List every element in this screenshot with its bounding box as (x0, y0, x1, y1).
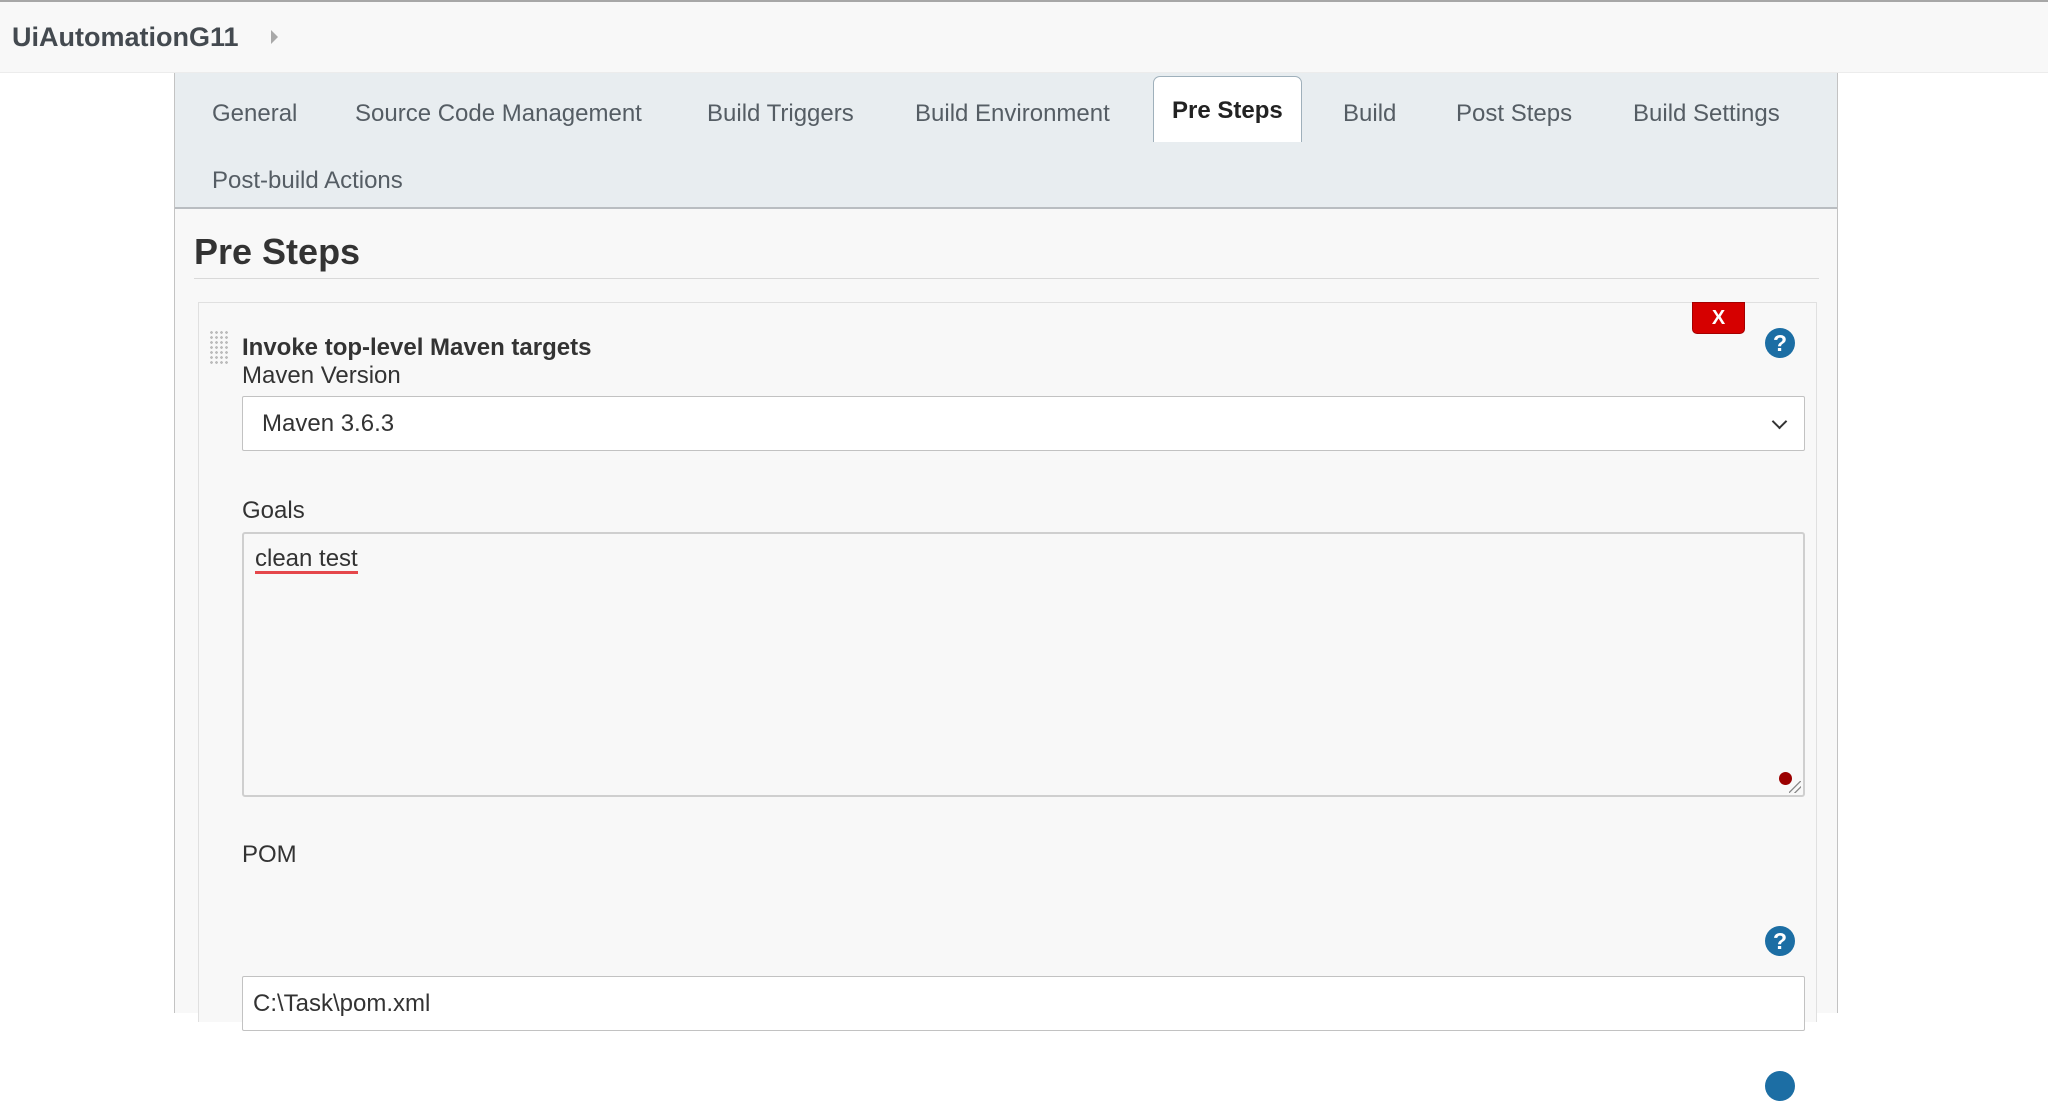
maven-version-label: Maven Version (242, 362, 401, 389)
maven-version-selected: Maven 3.6.3 (262, 409, 395, 437)
tab-post-steps[interactable]: Post Steps (1456, 95, 1572, 128)
tab-source-code-management[interactable]: Source Code Management (355, 95, 642, 128)
breadcrumb-bar: UiAutomationG11 (0, 0, 2048, 73)
goals-textarea[interactable]: clean test (242, 532, 1805, 797)
tab-build-triggers[interactable]: Build Triggers (707, 95, 854, 128)
tab-build-environment[interactable]: Build Environment (915, 95, 1110, 128)
drag-handle-icon[interactable] (209, 330, 229, 366)
goals-label: Goals (242, 497, 305, 524)
delete-step-button[interactable]: X (1692, 302, 1745, 334)
config-tabbar: General Source Code Management Build Tri… (175, 73, 1837, 209)
tab-build[interactable]: Build (1343, 95, 1396, 128)
resize-grip-icon[interactable] (1789, 781, 1801, 793)
breadcrumb-job-link[interactable]: UiAutomationG11 (12, 22, 239, 53)
breadcrumb-chevron-icon[interactable] (270, 30, 278, 44)
tab-build-settings[interactable]: Build Settings (1633, 95, 1780, 128)
chevron-down-icon (1771, 413, 1788, 430)
pom-help-icon[interactable]: ? (1765, 926, 1795, 956)
goals-value: clean test (255, 546, 358, 575)
section-title: Pre Steps (194, 231, 361, 272)
tab-general[interactable]: General (212, 95, 297, 128)
help-icon[interactable]: ? (1765, 328, 1795, 358)
maven-version-select[interactable]: Maven 3.6.3 (242, 396, 1805, 451)
config-panel: General Source Code Management Build Tri… (174, 73, 1838, 1101)
tab-post-build-actions[interactable]: Post-build Actions (212, 162, 403, 195)
pom-input[interactable]: C:\Task\pom.xml (242, 976, 1805, 1031)
section-divider (194, 278, 1819, 279)
tab-pre-steps[interactable]: Pre Steps (1153, 76, 1302, 142)
pom-value: C:\Task\pom.xml (253, 989, 431, 1017)
help-icon-partial[interactable] (1765, 1071, 1795, 1101)
build-step-maven: Invoke top-level Maven targets X ? Maven… (198, 302, 1817, 1101)
pom-label: POM (242, 841, 297, 868)
step-title: Invoke top-level Maven targets (242, 334, 592, 361)
